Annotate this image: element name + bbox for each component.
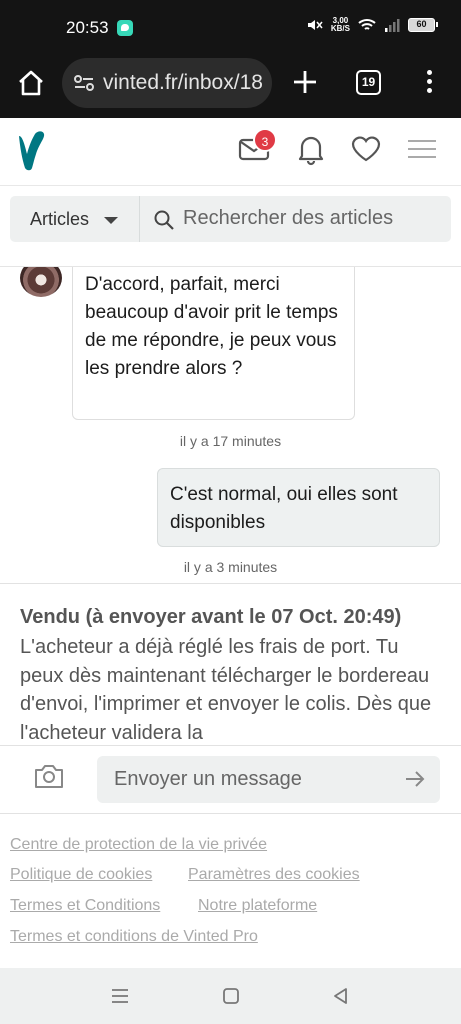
order-status-body: L'acheteur a déjà réglé les frais de por… [20, 636, 432, 744]
plus-icon[interactable] [291, 68, 319, 96]
footer: Centre de protection de la vie privée Po… [0, 814, 461, 968]
signal-icon [385, 19, 400, 32]
search-bar: Articles Rechercher des articles [10, 196, 451, 242]
camera-icon[interactable] [33, 762, 65, 790]
inbox-badge: 3 [253, 128, 277, 152]
footer-link-cookie-settings[interactable]: Paramètres des cookies [188, 866, 360, 884]
message-timestamp: il y a 17 minutes [179, 433, 282, 449]
url-text: vinted.fr/inbox/18 [103, 71, 263, 94]
menu-icon[interactable] [424, 70, 434, 96]
hamburger-icon[interactable] [405, 132, 439, 166]
search-icon [154, 210, 174, 230]
footer-link-cookie-policy[interactable]: Politique de cookies [10, 866, 152, 884]
order-status-title: Vendu (à envoyer avant le 07 Oct. 20:49) [20, 606, 402, 628]
mute-icon [307, 20, 323, 30]
tabs-icon[interactable]: 19 [356, 70, 381, 95]
category-label: Articles [30, 209, 90, 229]
avatar[interactable] [20, 267, 62, 297]
caret-down-icon [104, 217, 118, 224]
message-input[interactable] [97, 756, 440, 803]
status-indicators: 3,00 KB/S 60 [305, 17, 438, 33]
heart-icon[interactable] [349, 132, 383, 166]
outgoing-message: C'est normal, oui elles sont disponibles [157, 468, 440, 547]
message-timestamp: il y a 3 minutes [183, 559, 278, 575]
network-speed-unit: KB/S [330, 24, 350, 33]
status-bar: 20:53 3,00 KB/S 60 [0, 0, 461, 56]
bell-icon[interactable] [294, 132, 328, 166]
status-time: 20:53 [66, 18, 109, 37]
chat-bubble-icon [117, 20, 133, 36]
home-square-icon[interactable] [221, 986, 241, 1006]
search-input[interactable]: Rechercher des articles [183, 207, 393, 230]
site-settings-icon[interactable] [73, 73, 95, 93]
recents-icon[interactable] [110, 986, 130, 1006]
browser-toolbar: vinted.fr/inbox/18 19 [0, 56, 461, 118]
search-section: Articles Rechercher des articles [0, 186, 461, 267]
battery-icon: 60 [408, 18, 438, 32]
category-dropdown[interactable]: Articles [10, 196, 140, 242]
footer-link-our-platform[interactable]: Notre plateforme [198, 897, 317, 915]
conversation-thread: D'accord, parfait, merci beaucoup d'avoi… [0, 267, 461, 583]
send-arrow-icon[interactable] [404, 769, 426, 789]
network-speed: 3,00 KB/S [331, 17, 350, 33]
footer-link-privacy-center[interactable]: Centre de protection de la vie privée [10, 836, 267, 854]
home-icon[interactable] [16, 68, 46, 98]
vinted-logo[interactable] [16, 131, 48, 173]
message-composer [0, 745, 461, 814]
footer-link-pro-terms[interactable]: Termes et conditions de Vinted Pro [10, 928, 258, 946]
address-bar[interactable]: vinted.fr/inbox/18 [62, 58, 272, 108]
incoming-message: D'accord, parfait, merci beaucoup d'avoi… [72, 267, 355, 420]
site-header: 3 [0, 118, 461, 186]
system-nav-bar [0, 968, 461, 1024]
order-status-panel: Vendu (à envoyer avant le 07 Oct. 20:49)… [0, 583, 461, 745]
back-triangle-icon[interactable] [331, 986, 351, 1006]
wifi-icon [358, 19, 376, 30]
footer-link-terms[interactable]: Termes et Conditions [10, 897, 160, 915]
